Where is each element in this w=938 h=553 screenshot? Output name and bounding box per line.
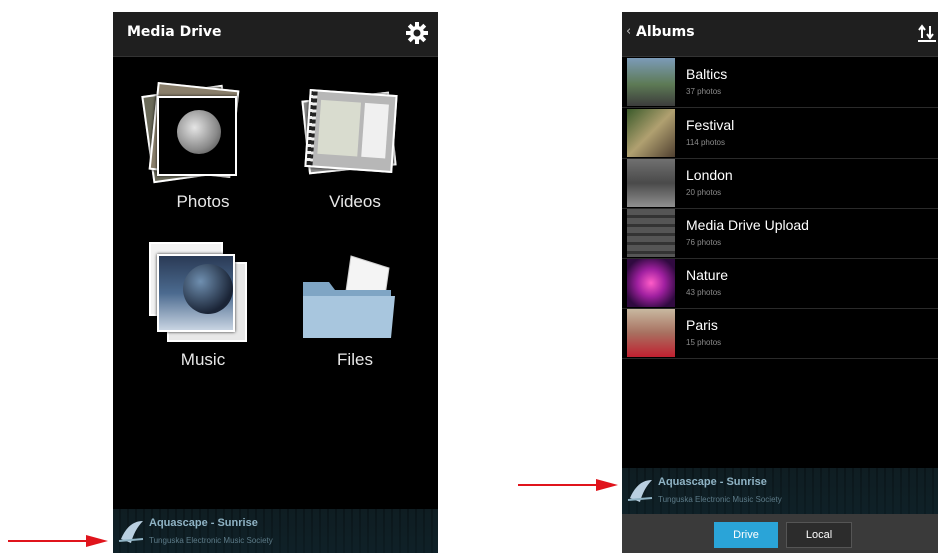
album-row-festival[interactable]: Festival 114 photos xyxy=(622,108,938,159)
album-count: 43 photos xyxy=(686,288,722,297)
tile-label: Files xyxy=(337,350,373,369)
gear-icon[interactable] xyxy=(404,20,430,46)
app-bar: ‹ Albums xyxy=(622,12,938,57)
album-thumbnail xyxy=(627,309,675,357)
album-row-media-drive-upload[interactable]: Media Drive Upload 76 photos xyxy=(622,208,938,259)
song-title: Aquascape - Sunrise xyxy=(149,517,258,529)
album-count: 76 photos xyxy=(686,238,722,247)
album-name: London xyxy=(686,167,733,183)
tile-label: Videos xyxy=(329,192,381,211)
drive-tab[interactable]: Drive xyxy=(714,522,778,548)
now-playing-bar[interactable]: Aquascape - Sunrise Tunguska Electronic … xyxy=(113,509,438,553)
videos-tile[interactable]: Videos xyxy=(285,82,425,232)
album-thumbnail xyxy=(627,209,675,257)
album-row-baltics[interactable]: Baltics 37 photos xyxy=(622,57,938,108)
song-title: Aquascape - Sunrise xyxy=(658,476,767,488)
album-count: 114 photos xyxy=(686,138,725,147)
photos-tile[interactable]: Photos xyxy=(133,81,273,232)
album-art-icon xyxy=(118,521,144,543)
album-count: 15 photos xyxy=(686,338,722,347)
album-name: Festival xyxy=(686,117,735,133)
tile-label: Music xyxy=(180,350,226,369)
app-bar: Media Drive xyxy=(113,12,438,57)
annotation-arrow-left xyxy=(8,535,108,547)
now-playing-bar[interactable]: Aquascape - Sunrise Tunguska Electronic … xyxy=(622,468,938,514)
album-name: Paris xyxy=(686,317,718,333)
artist-name: Tunguska Electronic Music Society xyxy=(658,495,782,504)
tile-label: Photos xyxy=(176,192,230,211)
folder-icon xyxy=(303,255,395,338)
sort-icon[interactable] xyxy=(916,22,938,44)
chevron-left-icon[interactable]: ‹ xyxy=(626,24,631,39)
album-row-paris[interactable]: Paris 15 photos xyxy=(622,308,938,359)
albums-title[interactable]: Albums xyxy=(636,24,695,40)
albums-screen: ‹ Albums Baltics 37 photos Festival 114 … xyxy=(622,12,938,553)
album-count: 37 photos xyxy=(686,87,722,96)
home-screen: Media Drive Photos Videos Music Files Aq… xyxy=(113,12,438,553)
album-art-icon xyxy=(627,480,653,502)
source-toggle-bar: Drive Local xyxy=(622,514,938,553)
local-tab[interactable]: Local xyxy=(786,522,852,548)
music-tile[interactable]: Music xyxy=(133,240,273,390)
annotation-arrow-right xyxy=(518,479,618,491)
album-thumbnail xyxy=(627,109,675,157)
album-row-nature[interactable]: Nature 43 photos xyxy=(622,258,938,309)
album-thumbnail xyxy=(627,159,675,207)
album-name: Media Drive Upload xyxy=(686,217,809,233)
files-tile[interactable]: Files xyxy=(285,240,425,390)
album-thumbnail xyxy=(627,58,675,106)
album-name: Nature xyxy=(686,267,729,283)
album-thumbnail xyxy=(627,259,675,307)
album-row-london[interactable]: London 20 photos xyxy=(622,158,938,209)
app-title: Media Drive xyxy=(127,24,222,40)
album-name: Baltics xyxy=(686,66,728,82)
artist-name: Tunguska Electronic Music Society xyxy=(149,536,273,545)
album-count: 20 photos xyxy=(686,188,722,197)
